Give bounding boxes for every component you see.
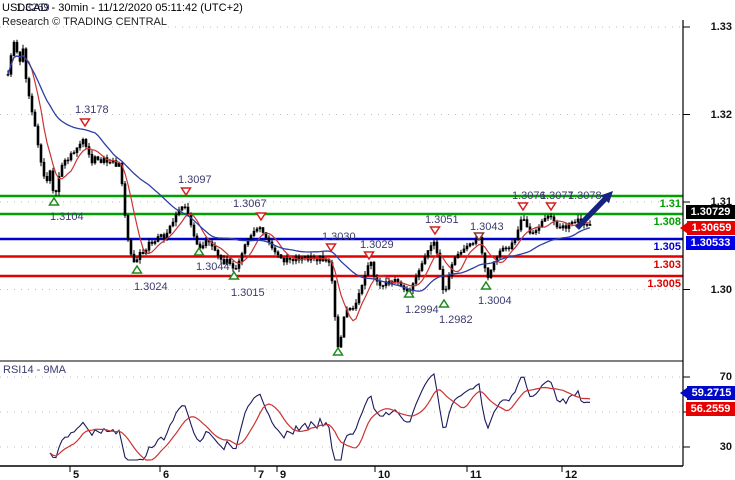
x-axis-label: 5: [73, 469, 80, 480]
pivot-price-label: 1.2982: [439, 314, 473, 326]
current-price-box-2: 1.30533: [686, 236, 735, 250]
support-marker-icon: [438, 298, 450, 308]
trading-central-chart: 1.32 6 9 USDCAD - 30min - 11/12/2020 05:11…: [0, 0, 735, 480]
support-marker-icon: [332, 346, 344, 356]
pivot-price-label: 1.3029: [360, 239, 394, 251]
resistance-marker-icon: [79, 118, 91, 128]
y-axis-label: 70: [719, 371, 732, 383]
sr-line-label: 1.308: [653, 216, 681, 228]
pivot-price-label: 1.3178: [75, 104, 109, 116]
rsi-pane-title: RSI14 - 9MA: [3, 364, 66, 376]
rsi-line: [49, 373, 591, 461]
pivot-price-label: 1.3004: [478, 295, 512, 307]
sr-line-label: 1.303: [653, 258, 681, 271]
pivot-price-label: 1.2994: [405, 304, 439, 316]
resistance-marker-icon: [325, 243, 337, 253]
resistance-marker-icon: [255, 212, 267, 222]
resistance-marker-icon: [429, 226, 441, 236]
x-axis-label: 7: [258, 469, 265, 480]
current-price-box-1: 1.30659: [687, 221, 735, 235]
current-price-box-0: 1.30729: [686, 205, 735, 219]
pivot-price-label: 1.3030: [322, 231, 356, 243]
pivot-price-label: 1.3015: [231, 287, 265, 299]
support-marker-icon: [193, 246, 205, 256]
support-marker-icon: [48, 196, 60, 206]
resistance-marker-icon: [180, 187, 192, 197]
pivot-price-label: 1.3078: [568, 190, 602, 202]
pivot-price-label: 1.3051: [425, 214, 459, 226]
sr-line-label: 1.3005: [647, 278, 681, 290]
x-axis-label: 11: [470, 469, 482, 480]
y-axis-label: 1.33: [710, 21, 732, 33]
support-marker-icon: [480, 280, 492, 290]
pivot-price-label: 1.3067: [233, 198, 267, 210]
resistance-marker-icon: [545, 202, 557, 212]
x-axis-label: 9: [280, 469, 287, 480]
x-axis-label: 6: [163, 469, 170, 480]
rsi-value-box-1: 56.2559: [686, 402, 735, 416]
rsi-ma-line: [49, 386, 591, 461]
pivot-price-label: 1.3043: [470, 221, 504, 233]
research-credit: Research © TRADING CENTRAL: [2, 16, 167, 28]
x-axis-label: 10: [378, 469, 391, 480]
sr-line-label: 1.31: [659, 198, 681, 210]
support-marker-icon: [131, 264, 143, 274]
pivot-price-label: 1.3104: [50, 211, 84, 223]
pivot-price-label: 1.3024: [134, 281, 168, 293]
resistance-marker-icon: [517, 202, 529, 212]
pivot-price-label: 1.3097: [178, 174, 212, 186]
y-axis-label: 1.32: [710, 108, 732, 121]
chart-title: USDCAD - 30min - 11/12/2020 05:11:42 (UT…: [2, 2, 243, 14]
ma-fast-line: [7, 54, 591, 322]
y-axis-label: 1.30: [710, 283, 732, 296]
x-axis-label: 12: [565, 469, 578, 480]
rsi-value-box-0: 59.2715: [687, 386, 735, 400]
y-axis-label: 30: [719, 441, 732, 453]
pivot-price-label: 1.3044: [196, 261, 230, 273]
sr-line-label: 1.305: [653, 241, 681, 253]
